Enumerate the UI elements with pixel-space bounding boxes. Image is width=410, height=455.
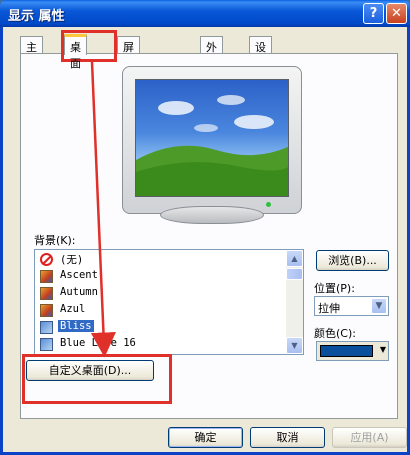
annotation-arrow — [90, 61, 116, 358]
tab-desktop[interactable]: 桌面 — [64, 34, 87, 70]
